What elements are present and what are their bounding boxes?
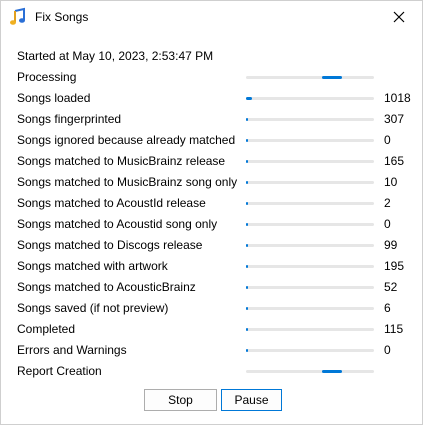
progress-bar-fill: [246, 97, 252, 100]
progress-bar-fill: [246, 181, 248, 184]
status-row-count: 99: [384, 238, 398, 252]
progress-bar-fill: [246, 139, 248, 142]
status-row-count: 0: [384, 217, 391, 231]
progress-bar: [246, 328, 374, 331]
progress-bar-fill: [322, 76, 342, 79]
progress-bar-fill: [246, 118, 248, 121]
progress-bar-fill: [246, 223, 248, 226]
status-row-label: Songs matched to Discogs release: [17, 238, 203, 252]
progress-bar-fill: [246, 265, 248, 268]
progress-bar-fill: [246, 328, 248, 331]
music-note-icon: [8, 7, 28, 27]
status-row-count: 115: [384, 322, 404, 336]
status-row-label: Songs matched to Acoustid song only: [17, 217, 218, 231]
status-row-label: Songs saved (if not preview): [17, 301, 169, 315]
started-at-text: Started at May 10, 2023, 2:53:47 PM: [17, 49, 214, 63]
progress-bar: [246, 265, 374, 268]
status-row-label: Report Creation: [17, 364, 102, 378]
status-row: Processing: [1, 67, 422, 88]
status-row-label: Songs matched to AcoustId release: [17, 196, 206, 210]
status-row: Songs matched to MusicBrainz song only 10: [1, 172, 422, 193]
status-row: Songs matched to AcousticBrainz 52: [1, 277, 422, 298]
status-row: Songs ignored because already matched 0: [1, 130, 422, 151]
status-row-label: Songs matched to MusicBrainz release: [17, 154, 226, 168]
progress-bar: [246, 139, 374, 142]
progress-bar: [246, 160, 374, 163]
progress-bar-fill: [322, 370, 342, 373]
progress-bar-fill: [246, 307, 248, 310]
status-row: Songs matched to AcoustId release 2: [1, 193, 422, 214]
progress-bar: [246, 181, 374, 184]
stop-button[interactable]: Stop: [144, 389, 217, 411]
status-row: Errors and Warnings 0: [1, 340, 422, 361]
status-row-count: 1018: [384, 91, 411, 105]
title-bar: Fix Songs: [1, 1, 422, 35]
status-row-label: Errors and Warnings: [17, 343, 127, 357]
status-row-label: Songs matched to AcousticBrainz: [17, 280, 196, 294]
status-row-label: Songs matched to MusicBrainz song only: [17, 175, 238, 189]
progress-bar: [246, 286, 374, 289]
progress-bar-fill: [246, 244, 248, 247]
pause-button[interactable]: Pause: [221, 389, 282, 411]
status-row-count: 0: [384, 133, 391, 147]
status-row-count: 0: [384, 343, 391, 357]
status-row: Report Creation: [1, 361, 422, 382]
progress-bar: [246, 349, 374, 352]
close-button[interactable]: [376, 1, 422, 34]
status-row-count: 307: [384, 112, 405, 126]
progress-bar: [246, 118, 374, 121]
status-row-label: Completed: [17, 322, 76, 336]
status-row-label: Songs loaded: [17, 91, 91, 105]
progress-bar: [246, 244, 374, 247]
progress-bar-fill: [246, 349, 248, 352]
progress-bar: [246, 223, 374, 226]
status-row-count: 2: [384, 196, 391, 210]
fix-songs-window: Fix Songs Started at May 10, 2023, 2:53:…: [0, 0, 423, 425]
status-row-label: Songs fingerprinted: [17, 112, 122, 126]
progress-bar-fill: [246, 286, 248, 289]
progress-bar: [246, 307, 374, 310]
close-icon: [393, 11, 405, 23]
status-row: Songs loaded 1018: [1, 88, 422, 109]
progress-bar-fill: [246, 160, 248, 163]
progress-bar-fill: [246, 202, 248, 205]
status-row-count: 10: [384, 175, 398, 189]
progress-bar: [246, 76, 374, 79]
status-row-label: Songs ignored because already matched: [17, 133, 236, 147]
progress-bar: [246, 202, 374, 205]
status-row-count: 165: [384, 154, 405, 168]
status-row: Songs matched to Acoustid song only 0: [1, 214, 422, 235]
status-row: Songs matched with artwork 195: [1, 256, 422, 277]
status-row-label: Processing: [17, 70, 77, 84]
status-row-count: 195: [384, 259, 405, 273]
progress-bar: [246, 370, 374, 373]
status-row-count: 6: [384, 301, 391, 315]
status-row-count: 52: [384, 280, 398, 294]
status-row: Completed 115: [1, 319, 422, 340]
status-row: Songs saved (if not preview) 6: [1, 298, 422, 319]
status-row: Songs fingerprinted 307: [1, 109, 422, 130]
status-row: Songs matched to MusicBrainz release 165: [1, 151, 422, 172]
status-row-label: Songs matched with artwork: [17, 259, 168, 273]
window-title: Fix Songs: [35, 10, 89, 24]
progress-bar: [246, 97, 374, 100]
status-row: Songs matched to Discogs release 99: [1, 235, 422, 256]
